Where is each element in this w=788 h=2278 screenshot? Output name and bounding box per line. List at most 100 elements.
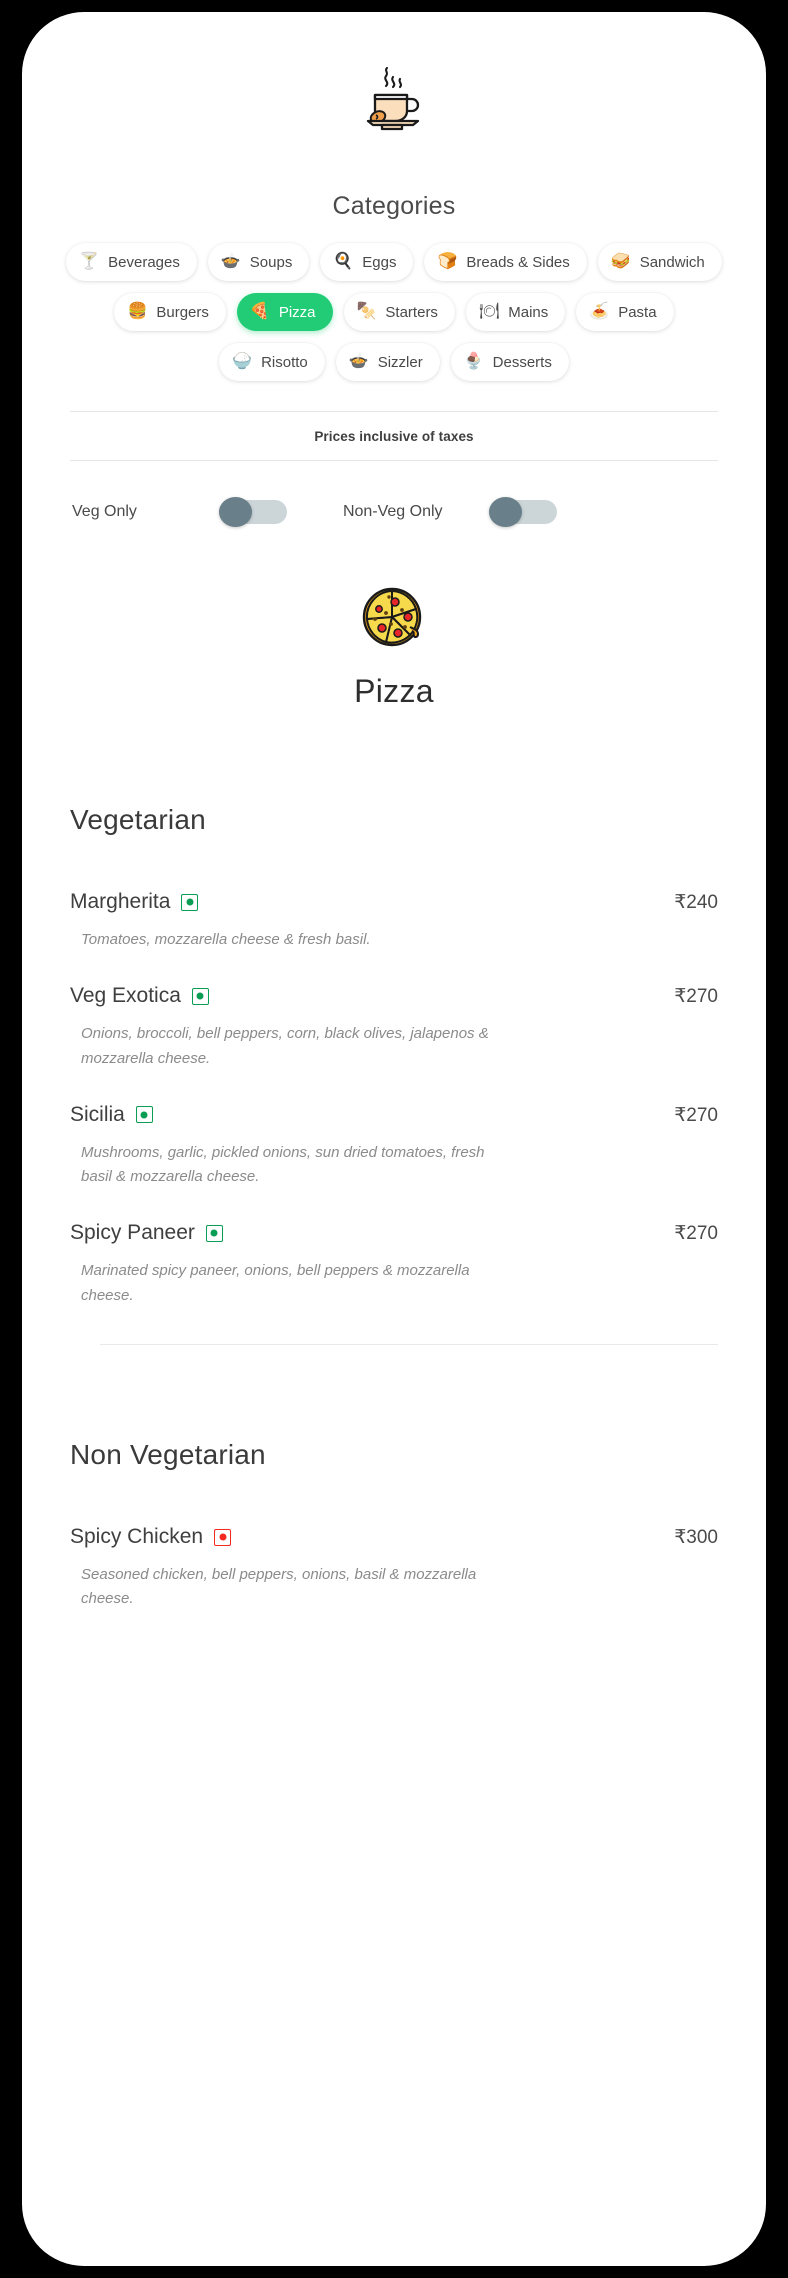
menu-item-name-group: Veg Exotica — [70, 984, 209, 1008]
menu-item[interactable]: Spicy Chicken ₹300 Seasoned chicken, bell … — [52, 1525, 736, 1612]
categories-heading: Categories — [332, 192, 456, 220]
category-chip-label: Breads & Sides — [466, 253, 570, 271]
category-chip-pasta[interactable]: 🍝 Pasta — [576, 293, 674, 331]
menu-item-header: Veg Exotica ₹270 — [70, 984, 718, 1008]
toggle-knob — [218, 497, 252, 527]
menu-item-price: ₹240 — [674, 892, 718, 913]
category-chip-label: Desserts — [492, 353, 552, 371]
menu-item-description: Tomatoes, mozzarella cheese & fresh basi… — [81, 931, 371, 948]
menu-item-description: Seasoned chicken, bell peppers, onions, … — [81, 1566, 477, 1608]
brand-header — [52, 12, 736, 136]
category-chip-burgers[interactable]: 🍔 Burgers — [114, 293, 226, 331]
menu-item-price: ₹270 — [674, 1223, 718, 1245]
menu-item-price: ₹270 — [674, 986, 718, 1008]
nonveg-only-filter[interactable]: Non-Veg Only — [343, 497, 557, 527]
category-chip-desserts[interactable]: 🍨 Desserts — [450, 343, 569, 381]
category-chip-label: Soups — [249, 253, 293, 271]
menu-item-name: Margherita — [70, 890, 171, 913]
sizzler-plate-icon: 🍲 — [348, 353, 369, 370]
menu-item-header: Spicy Paneer ₹270 — [70, 1221, 718, 1245]
category-chip-eggs[interactable]: 🍳 Eggs — [320, 243, 414, 281]
category-chip-pizza[interactable]: 🍕 Pizza — [236, 293, 333, 331]
menu-section-title: Non Vegetarian — [70, 1439, 266, 1471]
risotto-bowl-icon: 🍚 — [232, 353, 253, 370]
ice-cream-icon: 🍨 — [463, 353, 484, 370]
category-chip-label: Sizzler — [377, 353, 423, 371]
menu-items: Margherita ₹240 Tomatoes, mozzarella chees… — [52, 890, 736, 1308]
nonveg-badge-icon — [214, 1528, 232, 1546]
menu-item-name-group: Spicy Paneer — [70, 1221, 223, 1245]
skewer-icon: 🍢 — [356, 303, 377, 320]
category-chip-label: Pasta — [618, 303, 657, 321]
menu-item-header: Sicilia ₹270 — [70, 1103, 718, 1127]
veg-only-filter[interactable]: Veg Only — [72, 497, 287, 527]
coffee-cup-icon — [362, 66, 426, 136]
menu-item-description: Onions, broccoli, bell peppers, corn, bl… — [81, 1025, 489, 1067]
menu-item-description: Mushrooms, garlic, pickled onions, sun d… — [81, 1143, 485, 1186]
section-divider — [100, 1344, 718, 1346]
category-chip-list[interactable]: 🍸 Beverages 🍲 Soups 🍳 Eggs 🍞 Breads & Sides 🥪 San… — [52, 243, 736, 381]
nonveg-only-toggle[interactable] — [488, 497, 557, 527]
category-chip-label: Starters — [385, 303, 438, 321]
tax-info-strip: Prices inclusive of taxes — [52, 411, 736, 461]
category-chip-sandwich[interactable]: 🥪 Sandwich — [597, 243, 722, 281]
phone-frame: Categories 🍸 Beverages 🍲 Soups 🍳 Eggs 🍞 Breads … — [22, 12, 766, 2266]
menu-item-name-group: Spicy Chicken — [70, 1525, 232, 1549]
menu-scroll-container[interactable]: Categories 🍸 Beverages 🍲 Soups 🍳 Eggs 🍞 Breads … — [22, 12, 766, 2266]
pizza-icon: 🍕 — [249, 303, 270, 320]
menu-item-header: Margherita ₹240 — [70, 890, 718, 914]
menu-item[interactable]: Sicilia ₹270 Mushrooms, garlic, pickled on… — [52, 1103, 736, 1190]
menu-item-name-group: Sicilia — [70, 1103, 153, 1127]
menu-item-price: ₹300 — [674, 1527, 718, 1549]
menu-list: Vegetarian Margherita ₹240 Tomatoes, mozzar… — [52, 804, 736, 1612]
burger-icon: 🍔 — [127, 303, 148, 320]
menu-item-price: ₹270 — [674, 1104, 718, 1126]
menu-item-name: Spicy Chicken — [70, 1525, 204, 1549]
menu-item[interactable]: Veg Exotica ₹270 Onions, broccoli, bell pe… — [52, 984, 736, 1071]
category-chip-label: Eggs — [362, 253, 397, 271]
category-chip-label: Sandwich — [639, 253, 705, 271]
menu-item-description: Marinated spicy paneer, onions, bell pep… — [81, 1262, 470, 1304]
category-chip-starters[interactable]: 🍢 Starters — [343, 293, 455, 331]
menu-item-name-group: Margherita — [70, 890, 199, 914]
menu-item-name: Veg Exotica — [70, 984, 181, 1008]
toggle-knob — [488, 497, 522, 527]
category-chip-label: Mains — [508, 303, 549, 321]
category-chip-breads-sides[interactable]: 🍞 Breads & Sides — [424, 243, 587, 281]
category-chip-label: Beverages — [108, 253, 180, 271]
category-chip-label: Pizza — [278, 303, 316, 321]
category-chip-label: Burgers — [156, 303, 209, 321]
category-chip-sizzler[interactable]: 🍲 Sizzler — [335, 343, 440, 381]
menu-item-name: Spicy Paneer — [70, 1221, 195, 1245]
menu-items: Spicy Chicken ₹300 Seasoned chicken, bell … — [52, 1525, 736, 1612]
menu-section-title: Vegetarian — [70, 804, 206, 835]
nonveg-only-label: Non-Veg Only — [342, 503, 443, 520]
soup-bowl-icon: 🍲 — [220, 253, 241, 270]
veg-badge-icon — [135, 1106, 153, 1124]
menu-item-name: Sicilia — [70, 1102, 125, 1126]
veg-only-label: Veg Only — [72, 503, 137, 520]
page-title: Pizza — [354, 673, 434, 709]
pizza-icon — [52, 583, 736, 651]
cocktail-glass-icon: 🍸 — [79, 253, 100, 270]
veg-badge-icon — [205, 1224, 223, 1242]
menu-item[interactable]: Margherita ₹240 Tomatoes, mozzarella chees… — [52, 890, 736, 952]
category-chip-beverages[interactable]: 🍸 Beverages — [66, 243, 197, 281]
bread-loaf-icon: 🍞 — [437, 253, 458, 270]
cloche-icon: 🍽 — [478, 303, 500, 320]
category-chip-risotto[interactable]: 🍚 Risotto — [219, 343, 325, 381]
diet-filters: Veg Only Non-Veg Only — [52, 461, 736, 527]
pasta-bowl-icon: 🍝 — [589, 303, 610, 320]
category-chip-mains[interactable]: 🍽 Mains — [465, 293, 566, 331]
category-chip-label: Risotto — [261, 353, 308, 371]
sandwich-icon: 🥪 — [610, 253, 631, 270]
veg-badge-icon — [181, 893, 199, 911]
veg-only-toggle[interactable] — [218, 497, 287, 527]
fried-egg-icon: 🍳 — [333, 253, 354, 270]
menu-item-header: Spicy Chicken ₹300 — [70, 1525, 718, 1549]
category-hero: Pizza — [52, 583, 736, 710]
tax-note: Prices inclusive of taxes — [314, 429, 474, 444]
veg-badge-icon — [191, 987, 209, 1005]
menu-item[interactable]: Spicy Paneer ₹270 Marinated spicy paneer, … — [52, 1221, 736, 1308]
category-chip-soups[interactable]: 🍲 Soups — [207, 243, 310, 281]
